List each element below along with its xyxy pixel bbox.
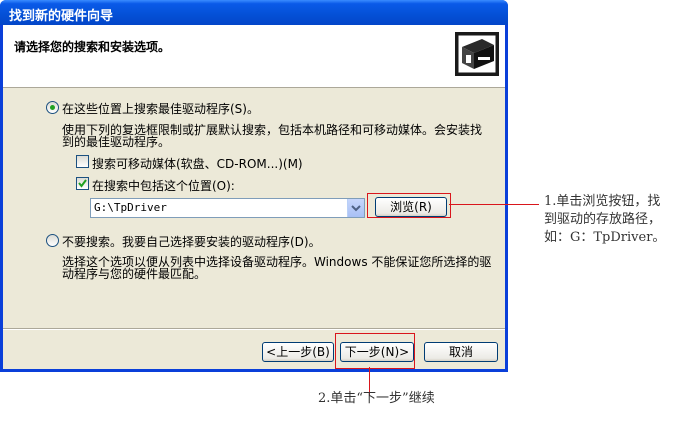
step2-annotation: 2.单击“下一步”继续 — [318, 391, 435, 406]
checkmark-icon — [78, 179, 87, 188]
no-search-description-line2: 动程序与您的硬件最匹配。 — [62, 267, 207, 281]
wizard-header: 请选择您的搜索和安装选项。 — [3, 25, 505, 88]
chevron-down-icon — [351, 205, 361, 212]
location-combobox[interactable]: G:\TpDriver — [90, 198, 365, 218]
header-title: 请选择您的搜索和安装选项。 — [14, 40, 171, 54]
cancel-button[interactable]: 取消 — [424, 342, 498, 362]
footer-separator — [3, 328, 505, 330]
search-description-line2: 到的最佳驱动程序。 — [62, 135, 171, 149]
window-title: 找到新的硬件向导 — [9, 9, 114, 24]
radio-selected-dot — [50, 105, 55, 110]
combo-dropdown-button[interactable] — [347, 199, 364, 217]
wizard-window: 找到新的硬件向导 请选择您的搜索和安装选项。 在这些位置上搜索最佳驱动程序(S)… — [0, 0, 508, 372]
removable-media-checkbox[interactable] — [76, 155, 89, 168]
removable-media-label[interactable]: 搜索可移动媒体(软盘、CD-ROM...)(M) — [92, 155, 303, 172]
back-button[interactable]: <上一步(B) — [262, 342, 334, 362]
step1-annotation-line3: 如：G：TpDriver。 — [544, 230, 666, 245]
hardware-icon — [455, 32, 499, 76]
no-search-label[interactable]: 不要搜索。我要自己选择要安装的驱动程序(D)。 — [62, 233, 321, 250]
include-location-checkbox[interactable] — [76, 177, 89, 190]
include-location-label[interactable]: 在搜索中包括这个位置(O): — [92, 177, 235, 194]
search-locations-radio[interactable] — [46, 101, 59, 114]
step1-annotation-line1: 1.单击浏览按钮，找 — [544, 194, 661, 209]
location-value[interactable]: G:\TpDriver — [94, 201, 167, 214]
next-highlight-box — [335, 333, 415, 369]
step1-connector-line — [449, 204, 539, 205]
title-bar[interactable]: 找到新的硬件向导 — [0, 0, 508, 25]
step1-annotation: 1.单击浏览按钮，找 到驱动的存放路径， 如：G：TpDriver。 — [544, 193, 665, 247]
search-locations-label[interactable]: 在这些位置上搜索最佳驱动程序(S)。 — [62, 100, 259, 117]
step1-annotation-line2: 到驱动的存放路径， — [544, 212, 662, 227]
no-search-radio[interactable] — [46, 234, 59, 247]
browse-highlight-box — [367, 193, 451, 218]
